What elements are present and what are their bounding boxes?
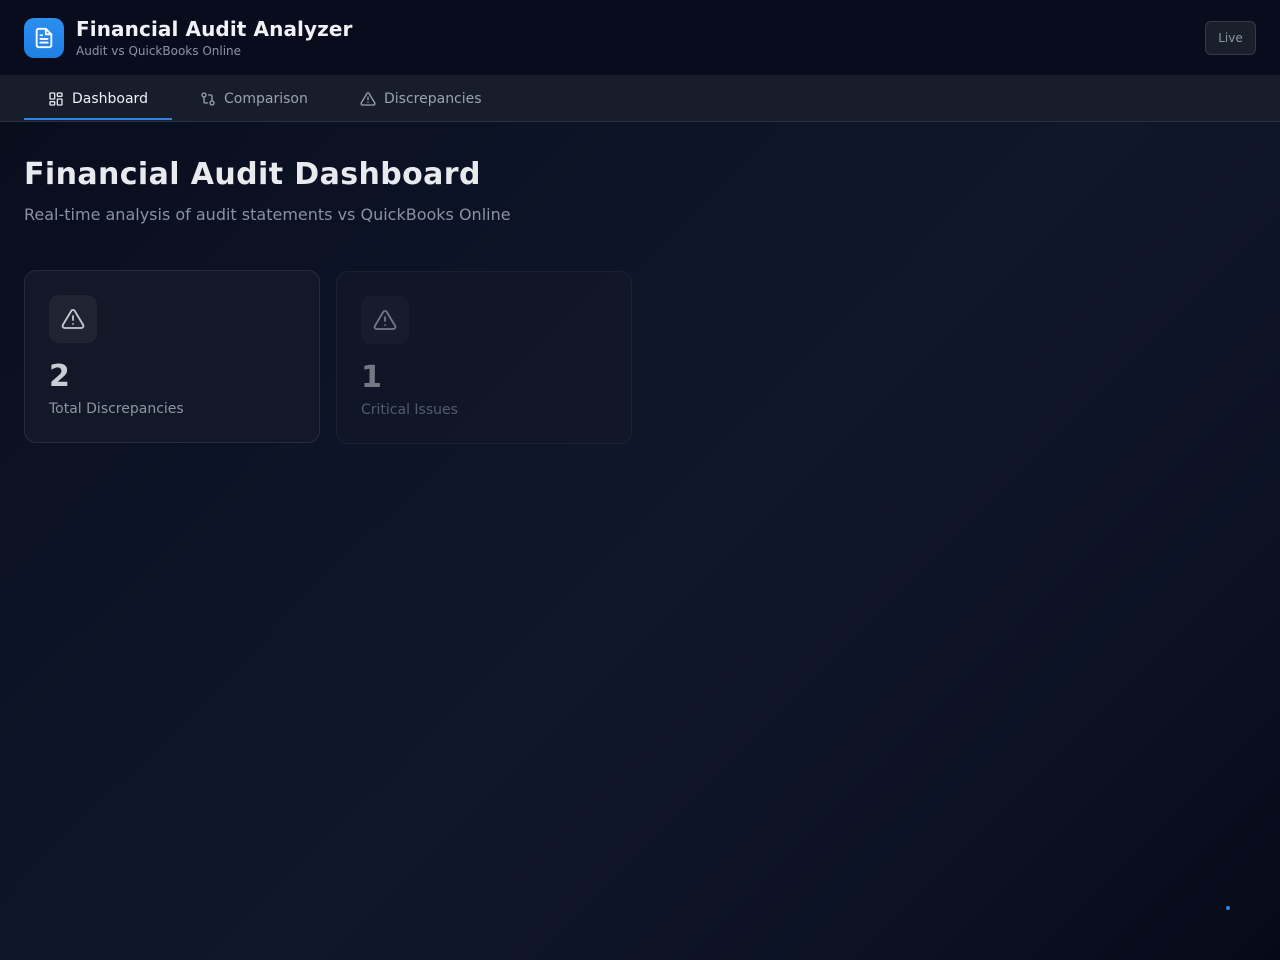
- stat-card-total-discrepancies[interactable]: 2 Total Discrepancies: [24, 270, 320, 443]
- warning-icon: [360, 91, 376, 106]
- stat-value: 1: [361, 360, 382, 395]
- tab-dashboard[interactable]: Dashboard: [48, 76, 148, 121]
- tab-comparison-label: Comparison: [224, 90, 308, 107]
- active-tab-indicator: [24, 118, 172, 120]
- compare-arrows-icon: [201, 91, 215, 106]
- tab-comparison[interactable]: Comparison: [200, 76, 308, 121]
- tab-discrepancies[interactable]: Discrepancies: [360, 76, 482, 121]
- stat-card-critical-issues[interactable]: 1 Critical Issues: [336, 271, 632, 444]
- page-title: Financial Audit Dashboard: [24, 157, 481, 192]
- app-title: Financial Audit Analyzer: [76, 17, 353, 41]
- grid-icon: [49, 91, 63, 106]
- stat-value: 2: [49, 359, 70, 394]
- app-subtitle: Audit vs QuickBooks Online: [76, 44, 242, 58]
- app-header: Financial Audit Analyzer Audit vs QuickB…: [0, 0, 1280, 76]
- warning-icon: [361, 296, 409, 344]
- warning-icon: [49, 295, 97, 343]
- activity-dot: [1226, 906, 1230, 910]
- tab-dashboard-label: Dashboard: [72, 90, 148, 107]
- tab-discrepancies-label: Discrepancies: [384, 90, 482, 107]
- live-status-badge[interactable]: Live: [1205, 21, 1256, 55]
- tab-bar: Dashboard Comparison Discrepancies: [0, 76, 1280, 122]
- document-icon: [24, 18, 64, 58]
- page-subtitle: Real-time analysis of audit statements v…: [24, 205, 511, 224]
- stat-label: Critical Issues: [361, 402, 458, 418]
- stat-label: Total Discrepancies: [49, 401, 184, 417]
